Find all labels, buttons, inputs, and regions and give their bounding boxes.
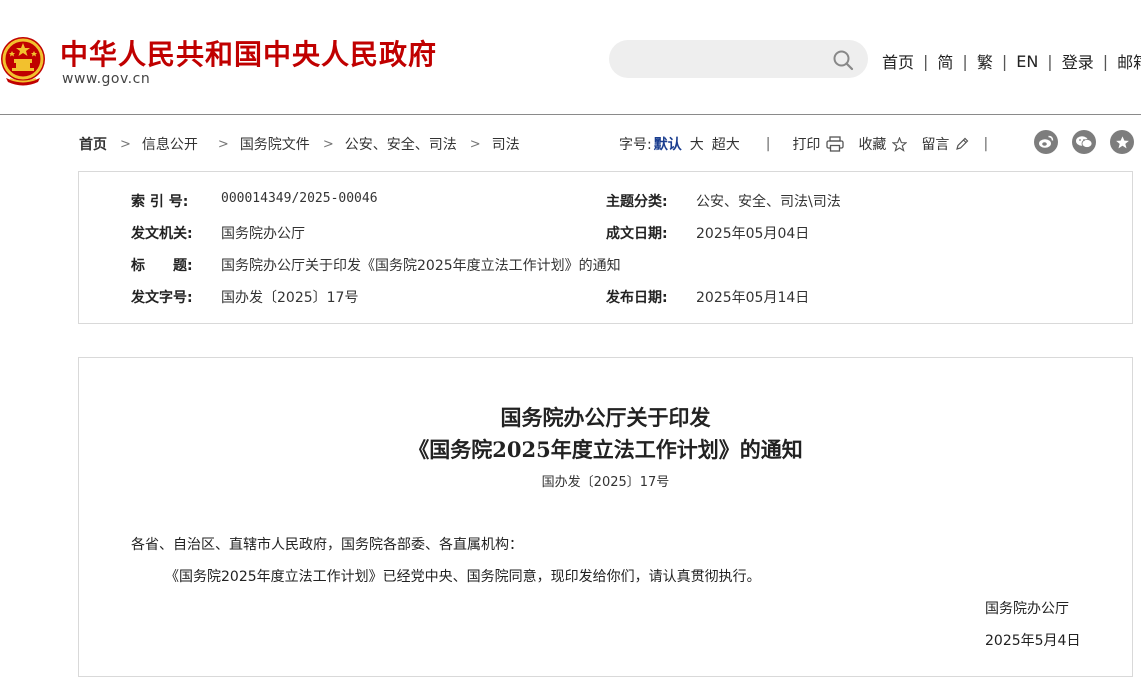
print-icon — [826, 136, 845, 152]
meta-publish-date: 发布日期: 2025年05月14日 — [606, 287, 809, 307]
favorite-label: 收藏 — [858, 137, 887, 153]
chevron-right-icon: > — [217, 136, 229, 152]
site-header: 中华人民共和国中央人民政府 www.gov.cn 首页 | 简 | 繁 | EN… — [0, 0, 1141, 115]
chevron-right-icon: > — [120, 136, 131, 152]
meta-value: 公安、安全、司法\司法 — [696, 194, 841, 210]
nav-simplified[interactable]: 简 — [937, 49, 953, 73]
nav-home[interactable]: 首页 — [882, 49, 914, 73]
meta-value: 国办发〔2025〕17号 — [221, 290, 359, 306]
meta-label: 成文日期: — [606, 226, 668, 242]
document-salutation: 各省、自治区、直辖市人民政府，国务院各部委、各直属机构： — [131, 537, 523, 553]
nav-separator: | — [1047, 51, 1053, 71]
font-size-label: 字号: — [619, 137, 652, 153]
meta-topic: 主题分类: 公安、安全、司法\司法 — [606, 191, 841, 211]
breadcrumb: 首页 > 信息公开 > 国务院文件 > 公安、安全、司法 > 司法 — [79, 134, 520, 154]
breadcrumb-home[interactable]: 首页 — [79, 134, 107, 154]
nav-separator: | — [1102, 51, 1109, 71]
print-label: 打印 — [792, 137, 821, 153]
site-title[interactable]: 中华人民共和国中央人民政府 — [60, 33, 437, 73]
meta-issuer: 发文机关: 国务院办公厅 — [131, 223, 305, 243]
nav-login[interactable]: 登录 — [1062, 49, 1094, 73]
meta-index-number: 索 引 号: 000014349/2025-00046 — [131, 191, 378, 211]
chevron-right-icon: > — [469, 136, 481, 152]
weibo-share-button[interactable] — [1034, 130, 1058, 154]
breadcrumb-info-public[interactable]: 信息公开 — [142, 134, 198, 154]
page-tools: 字号: 默认 大 超大 | 打印 收藏 留言 | — [619, 134, 988, 154]
meta-value: 2025年05月04日 — [696, 226, 810, 242]
breadcrumb-public-security[interactable]: 公安、安全、司法 — [345, 134, 457, 154]
meta-value: 2025年05月14日 — [696, 290, 810, 306]
nav-mailbox[interactable]: 邮箱 — [1117, 49, 1141, 73]
meta-written-date: 成文日期: 2025年05月04日 — [606, 223, 809, 243]
meta-label: 发文字号: — [131, 290, 193, 306]
meta-value: 国务院办公厅 — [221, 226, 305, 242]
font-size-default[interactable]: 默认 — [654, 134, 682, 154]
nav-english[interactable]: EN — [1016, 52, 1038, 71]
chevron-right-icon: > — [322, 136, 334, 152]
top-nav: 首页 | 简 | 繁 | EN | 登录 | 邮箱 — [882, 49, 1141, 73]
document-date: 2025年5月4日 — [985, 633, 1081, 649]
meta-label: 发布日期: — [606, 290, 668, 306]
meta-label: 标 题: — [131, 258, 193, 274]
wechat-icon — [1076, 136, 1093, 148]
favorite-button[interactable]: 收藏 — [858, 134, 908, 154]
document-title-line-2: 《国务院2025年度立法工作计划》的通知 — [408, 437, 803, 462]
pencil-icon — [956, 137, 969, 150]
favorite-share-icon — [1115, 135, 1129, 148]
tools-separator: | — [983, 136, 989, 152]
header-divider — [0, 114, 1141, 115]
national-emblem-icon[interactable] — [0, 34, 46, 88]
font-size-large[interactable]: 大 — [690, 134, 704, 154]
document-title-line-1: 国务院办公厅关于印发 — [500, 405, 711, 430]
nav-traditional[interactable]: 繁 — [977, 49, 993, 73]
print-button[interactable]: 打印 — [792, 134, 845, 154]
star-icon — [892, 136, 908, 152]
document-paragraph: 《国务院2025年度立法工作计划》已经党中央、国务院同意，现印发给你们，请认真贯… — [165, 569, 761, 585]
favorite-share-button[interactable] — [1110, 130, 1134, 154]
comment-label: 留言 — [921, 137, 950, 153]
document-number: 国办发〔2025〕17号 — [541, 475, 670, 490]
font-size-xlarge[interactable]: 超大 — [712, 134, 740, 154]
breadcrumb-justice[interactable]: 司法 — [492, 134, 520, 154]
weibo-icon — [1039, 135, 1054, 148]
search-input[interactable] — [609, 40, 868, 78]
nav-separator: | — [962, 51, 968, 71]
meta-document-number: 发文字号: 国办发〔2025〕17号 — [131, 287, 358, 307]
breadcrumb-state-council-docs[interactable]: 国务院文件 — [240, 134, 310, 154]
meta-title: 标 题: 国务院办公厅关于印发《国务院2025年度立法工作计划》的通知 — [131, 255, 621, 275]
site-url[interactable]: www.gov.cn — [62, 71, 150, 87]
document-signature: 国务院办公厅 — [985, 601, 1069, 617]
meta-value: 国务院办公厅关于印发《国务院2025年度立法工作计划》的通知 — [221, 258, 621, 274]
nav-separator: | — [923, 51, 929, 71]
search-icon[interactable] — [832, 49, 854, 71]
wechat-share-button[interactable] — [1072, 130, 1096, 154]
nav-separator: | — [1001, 51, 1008, 71]
comment-button[interactable]: 留言 — [921, 134, 969, 154]
meta-label: 主题分类: — [606, 194, 668, 210]
meta-label: 索 引 号: — [131, 194, 189, 210]
tools-separator: | — [765, 136, 771, 152]
meta-value: 000014349/2025-00046 — [221, 191, 378, 206]
meta-label: 发文机关: — [131, 226, 193, 242]
